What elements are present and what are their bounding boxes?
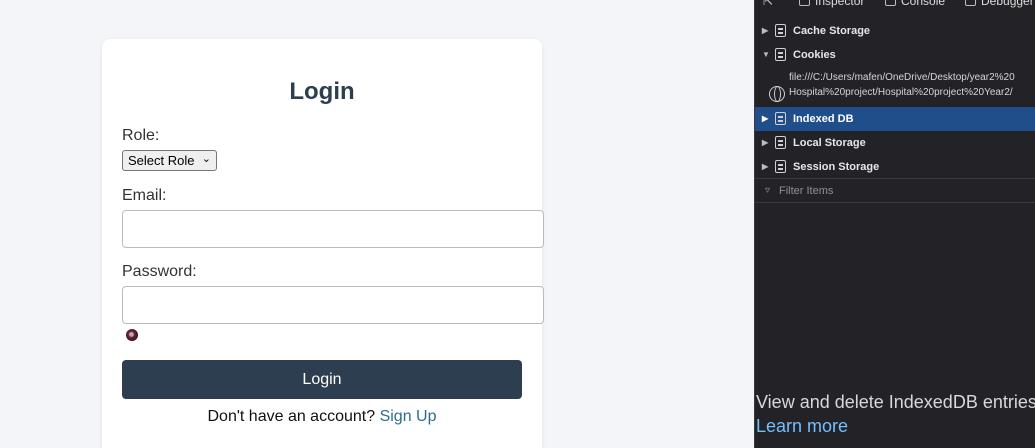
eye-icon[interactable] — [126, 329, 138, 341]
tab-console-label: Console — [901, 0, 946, 8]
tree-item-label: Local Storage — [793, 137, 866, 149]
tree-item-label: Indexed DB — [793, 113, 854, 125]
cookie-host-line-2: Hospital%20project/Hospital%20project%20… — [789, 87, 1013, 98]
storage-icon — [775, 48, 786, 61]
devtools-panel: ⇱ Inspector Console Debugger ▶ Cache Sto… — [754, 0, 1035, 448]
role-label: Role: — [122, 127, 160, 144]
expand-arrow-icon[interactable]: ▶ — [762, 26, 768, 35]
tree-item-session-storage[interactable]: ▶ Session Storage — [755, 155, 1035, 179]
signup-prompt: Don't have an account? Sign Up — [102, 408, 542, 426]
email-field[interactable] — [122, 210, 544, 248]
expand-arrow-icon[interactable]: ▶ — [762, 162, 768, 171]
storage-icon — [775, 136, 786, 149]
email-label: Email: — [122, 187, 167, 204]
login-button[interactable]: Login — [122, 360, 522, 399]
storage-icon — [775, 160, 786, 173]
login-title: Login — [289, 78, 355, 105]
tree-item-label: Cookies — [793, 49, 836, 61]
tab-debugger[interactable]: Debugger — [965, 0, 1034, 8]
password-label: Password: — [122, 263, 197, 280]
signup-link[interactable]: Sign Up — [380, 408, 437, 425]
expand-arrow-icon[interactable]: ▶ — [762, 138, 768, 147]
debugger-icon — [965, 0, 976, 6]
tree-item-cache-storage[interactable]: ▶ Cache Storage — [755, 19, 1035, 43]
role-select[interactable]: Select Role ⌄ — [122, 150, 217, 171]
pick-element-icon[interactable]: ⇱ — [763, 0, 773, 8]
role-select-value: Select Role — [128, 153, 195, 168]
filter-placeholder: Filter Items — [779, 185, 834, 197]
tree-item-cookie-host[interactable]: file:///C:/Users/mafen/OneDrive/Desktop/… — [755, 70, 1035, 106]
tab-debugger-label: Debugger — [981, 0, 1034, 8]
tree-item-cookies[interactable]: ▼ Cookies — [755, 43, 1035, 67]
storage-icon — [775, 112, 786, 125]
tree-item-indexed-db[interactable]: ▶ Indexed DB — [755, 107, 1035, 131]
filter-icon: ▿ — [765, 185, 771, 196]
tree-item-label: Session Storage — [793, 161, 880, 173]
cookie-host-line-1: file:///C:/Users/mafen/OneDrive/Desktop/… — [789, 72, 1015, 83]
storage-icon — [775, 24, 786, 37]
learn-more-link[interactable]: Learn more — [756, 416, 848, 437]
devtools-help-text: View and delete IndexedDB entries — [756, 392, 1035, 412]
globe-icon — [769, 86, 785, 102]
expand-arrow-icon[interactable]: ▶ — [762, 114, 768, 123]
collapse-arrow-icon[interactable]: ▼ — [762, 50, 770, 59]
console-icon — [885, 0, 896, 6]
tree-item-label: Cache Storage — [793, 25, 871, 37]
tab-inspector-label: Inspector — [815, 0, 865, 8]
chevron-down-icon: ⌄ — [201, 153, 211, 165]
filter-items-input[interactable]: ▿ Filter Items — [755, 178, 1035, 203]
signup-prompt-text: Don't have an account? — [207, 408, 376, 425]
tree-item-local-storage[interactable]: ▶ Local Storage — [755, 131, 1035, 155]
inspector-icon — [799, 0, 810, 6]
devtools-tabbar: ⇱ Inspector Console Debugger — [755, 0, 1035, 12]
tab-console[interactable]: Console — [885, 0, 945, 8]
tab-inspector[interactable]: Inspector — [799, 0, 864, 8]
page-viewport: Login Role: Select Role ⌄ Email: Passwor… — [0, 0, 754, 448]
password-field[interactable] — [122, 286, 544, 324]
